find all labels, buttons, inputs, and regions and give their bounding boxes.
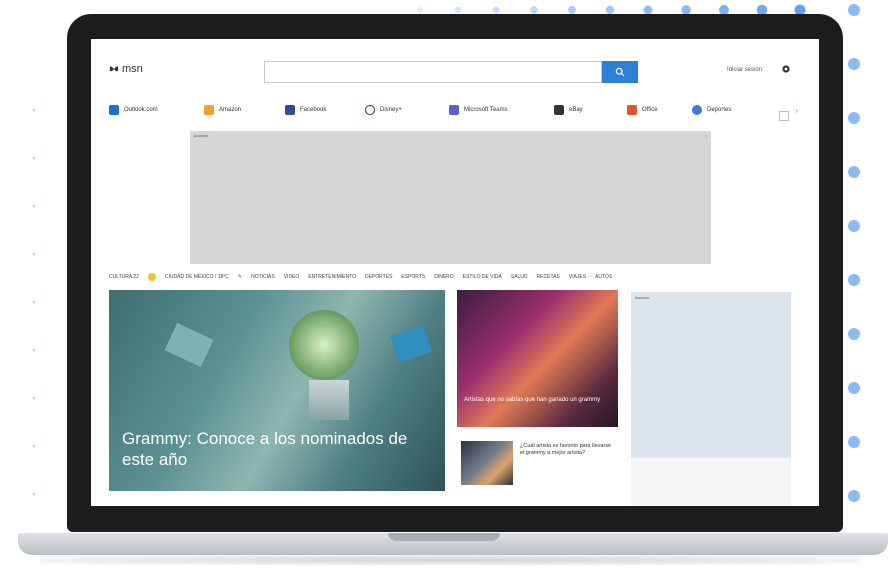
- background-dot: [568, 6, 576, 14]
- amazon-icon: [204, 105, 214, 115]
- nav-item[interactable]: DEPORTES: [365, 274, 392, 280]
- hero-image-shape: [390, 325, 432, 363]
- background-dot: [32, 396, 36, 400]
- shortcut-facebook[interactable]: Facebook: [285, 105, 326, 115]
- nav-item[interactable]: VIAJES: [569, 274, 586, 280]
- article-title[interactable]: ¿Cuál artista es favorito para llevarse …: [520, 443, 616, 457]
- shortcut-label: Office: [642, 107, 658, 113]
- background-dot: [32, 348, 36, 352]
- ad-label: Anuncio: [194, 133, 209, 138]
- background-dot: [32, 252, 36, 256]
- hero-article-card[interactable]: Grammy: Conoce a los nominados de este a…: [109, 290, 445, 491]
- teams-icon: [449, 105, 459, 115]
- shortcut-amazon[interactable]: Amazon: [204, 105, 241, 115]
- shortcut-label: Facebook: [300, 107, 327, 113]
- background-dot: [530, 6, 538, 14]
- close-icon[interactable]: ×: [705, 133, 707, 138]
- laptop-notch: [388, 533, 500, 541]
- deportes-icon: [692, 105, 702, 115]
- logo-text: msn: [122, 63, 143, 75]
- ad-label: Anuncio: [635, 295, 650, 300]
- category-nav: CULTURA 22 CIUDAD DE MÉXICO / 18°C ✎ NOT…: [109, 271, 621, 283]
- background-dot: [32, 444, 36, 448]
- nav-weather[interactable]: CULTURA 22: [109, 274, 139, 280]
- shortcut-outlook[interactable]: Outlook.com: [109, 105, 158, 115]
- background-dot: [32, 204, 36, 208]
- article-card[interactable]: Artistas que no sabías que han ganado un…: [457, 290, 618, 427]
- article-card-small[interactable]: ¿Cuál artista es favorito para llevarse …: [457, 437, 618, 491]
- background-dot: [848, 436, 860, 448]
- shortcut-label: Deportes: [707, 107, 732, 113]
- nav-item[interactable]: VIDEO: [284, 274, 300, 280]
- shortcut-office[interactable]: Office: [627, 105, 658, 115]
- background-dot: [848, 112, 860, 124]
- background-dot: [848, 166, 860, 178]
- hero-title[interactable]: Grammy: Conoce a los nominados de este a…: [122, 428, 432, 470]
- background-dot: [848, 58, 860, 70]
- shortcut-label: Disney+: [380, 107, 402, 113]
- nav-item[interactable]: AUTOS: [595, 274, 612, 280]
- shortcut-label: Microsoft Teams: [464, 107, 508, 113]
- nav-item[interactable]: SALUD: [511, 274, 528, 280]
- trophy-base-image: [309, 380, 349, 420]
- chevron-right-icon[interactable]: ›: [795, 105, 798, 115]
- signin-link[interactable]: Iniciar sesión: [727, 67, 762, 73]
- nav-item[interactable]: ESTILO DE VIDA: [463, 274, 502, 280]
- search-input[interactable]: [264, 61, 602, 83]
- background-dot: [848, 220, 860, 232]
- shortcut-label: Amazon: [219, 107, 242, 113]
- background-dot: [848, 4, 860, 16]
- shortcuts-edit-icon[interactable]: [779, 111, 789, 121]
- background-dot: [492, 6, 500, 14]
- background-dot: [417, 7, 423, 13]
- browser-screen: msn Iniciar sesión Outlook.com Amazon Fa…: [91, 39, 819, 506]
- side-ad-panel[interactable]: Anuncio: [631, 292, 791, 458]
- shortcuts-bar: Outlook.com Amazon Facebook Disney+ Micr…: [109, 105, 819, 123]
- shortcut-deportes[interactable]: Deportes: [692, 105, 731, 115]
- background-dot: [848, 274, 860, 286]
- shortcut-ebay[interactable]: eBay: [554, 105, 583, 115]
- shortcut-disney[interactable]: Disney+: [365, 105, 402, 115]
- background-dot: [848, 382, 860, 394]
- article-thumbnail: [461, 441, 513, 485]
- article-title[interactable]: Artistas que no sabías que han ganado un…: [464, 396, 604, 404]
- hero-image-shape: [164, 322, 214, 368]
- shortcut-teams[interactable]: Microsoft Teams: [449, 105, 508, 115]
- background-dot: [32, 492, 36, 496]
- background-dot: [32, 156, 36, 160]
- nav-item[interactable]: DINERO: [434, 274, 453, 280]
- background-dot: [454, 6, 462, 14]
- butterfly-icon: [109, 66, 119, 72]
- search-button[interactable]: [602, 61, 638, 83]
- background-dot: [32, 300, 36, 304]
- ad-banner[interactable]: Anuncio ×: [190, 131, 711, 264]
- background-dot: [32, 108, 36, 112]
- facebook-icon: [285, 105, 295, 115]
- background-dot: [605, 5, 615, 15]
- shortcut-label: Outlook.com: [124, 107, 158, 113]
- msn-logo[interactable]: msn: [109, 63, 143, 75]
- nav-location[interactable]: CIUDAD DE MÉXICO / 18°C: [165, 274, 229, 280]
- gear-icon[interactable]: [781, 64, 791, 74]
- background-dot: [848, 490, 860, 502]
- sun-icon: [147, 273, 156, 281]
- background-dot: [848, 328, 860, 340]
- outlook-icon: [109, 105, 119, 115]
- disney-icon: [365, 105, 375, 115]
- side-panel-footer: [631, 458, 791, 506]
- nav-item[interactable]: ENTRETENIMIENTO: [308, 274, 356, 280]
- ebay-icon: [554, 105, 564, 115]
- nav-item[interactable]: NOTICIAS: [251, 274, 275, 280]
- nav-item[interactable]: ESPORTS: [401, 274, 425, 280]
- grammy-trophy-image: [289, 310, 359, 380]
- laptop-shadow: [40, 555, 860, 565]
- office-icon: [627, 105, 637, 115]
- shortcut-label: eBay: [569, 107, 583, 113]
- nav-item[interactable]: RECETAS: [537, 274, 560, 280]
- search-icon: [615, 67, 625, 77]
- pencil-icon[interactable]: ✎: [238, 274, 242, 280]
